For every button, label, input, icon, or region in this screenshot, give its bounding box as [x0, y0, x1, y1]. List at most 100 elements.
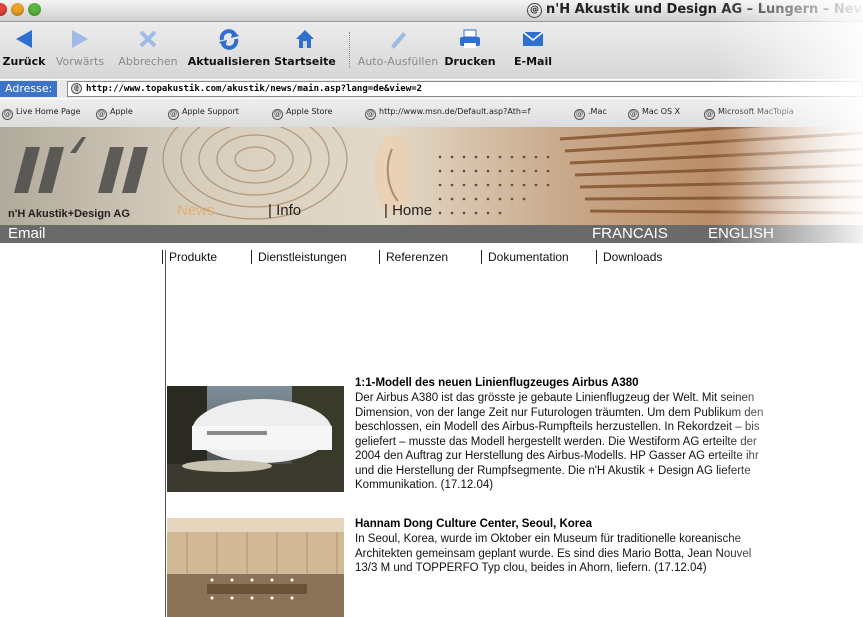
menu-divider [162, 250, 163, 264]
mail-button-label: E-Mail [514, 55, 552, 68]
home-icon [296, 30, 314, 48]
favorite-live-home-page[interactable]: @ Live Home Page [2, 107, 80, 120]
printer-icon [460, 29, 480, 48]
favorite-dotmac[interactable]: @ .Mac [574, 107, 607, 120]
window-close-button[interactable] [0, 3, 7, 16]
back-arrow-icon [16, 30, 32, 48]
language-english-link[interactable]: ENGLISH [708, 225, 774, 243]
window-title-bar: @ n'H Akustik und Design AG – Lungern – N… [0, 0, 863, 22]
stop-button-label: Abbrechen [118, 55, 178, 68]
favorite-globe-icon: @ [168, 109, 179, 120]
favorite-label: Mac OS X [642, 107, 681, 116]
article-text-line: geliefert – musste das Modell hergestell… [355, 435, 757, 448]
article-text-line: Kommunikation. (17.12.04) [355, 479, 494, 491]
window-zoom-button[interactable] [28, 3, 41, 16]
home-button[interactable]: Startseite [272, 26, 338, 68]
favorite-globe-icon: @ [96, 109, 107, 120]
home-button-label: Startseite [274, 55, 336, 68]
article-text-line: In Seoul, Korea, wurde im Oktober ein Mu… [355, 533, 742, 545]
stop-x-icon [139, 30, 157, 48]
window-minimize-button[interactable] [11, 3, 24, 16]
language-francais-link[interactable]: FRANCAIS [592, 225, 668, 243]
autofill-pen-icon [391, 32, 406, 49]
address-url: http://www.topakustik.com/akustik/news/m… [86, 84, 422, 94]
article-text-line: Der Airbus A380 ist das grösste je gebau… [355, 392, 755, 404]
perforated-panel-pattern [438, 155, 550, 215]
favorite-mac-os-x[interactable]: @ Mac OS X [628, 107, 680, 120]
language-strip: Email FRANCAIS ENGLISH [0, 225, 863, 243]
address-bar: Adresse: @ http://www.topakustik.com/aku… [0, 80, 863, 98]
back-button[interactable]: Zurück [2, 26, 46, 68]
email-link[interactable]: Email [8, 225, 46, 243]
menu-item-produkte[interactable]: Produkte [162, 250, 217, 264]
mail-button[interactable]: E-Mail [510, 26, 556, 68]
favorite-globe-icon: @ [628, 109, 639, 120]
menu-item-referenzen[interactable]: Referenzen [379, 250, 448, 264]
favorite-globe-icon: @ [272, 109, 283, 120]
favorite-label: http://www.msn.de/Default.asp?Ath=f [379, 107, 531, 116]
forward-button-label: Vorwärts [55, 55, 105, 68]
menu-item-downloads[interactable]: Downloads [596, 250, 662, 264]
nav-news-link[interactable]: News [177, 202, 215, 219]
menu-divider [251, 250, 252, 264]
stop-button[interactable]: Abbrechen [116, 26, 180, 68]
article-body: Der Airbus A380 ist das grösste je gebau… [355, 391, 863, 493]
favorite-apple[interactable]: @ Apple [96, 107, 133, 120]
address-label: Adresse: [0, 81, 58, 97]
favorite-label: Apple Support [182, 107, 239, 116]
menu-item-label: Dienstleistungen [258, 250, 347, 264]
menu-item-dokumentation[interactable]: Dokumentation [481, 250, 569, 264]
refresh-button[interactable]: Aktualisieren [186, 26, 272, 68]
back-button-label: Zurück [2, 55, 46, 68]
menu-divider [596, 250, 597, 264]
article-body: In Seoul, Korea, wurde im Oktober ein Mu… [355, 532, 863, 576]
left-column-divider [165, 250, 166, 617]
favorite-globe-icon: @ [2, 109, 13, 120]
article-image-airbus-model[interactable] [167, 386, 344, 492]
browser-toolbar: Zurück Vorwärts Abbrechen Aktualisieren … [0, 22, 863, 79]
address-input[interactable]: @ http://www.topakustik.com/akustik/news… [67, 81, 863, 97]
article-text-line: Architekten gemeinsam geplant wurde. Es … [355, 547, 752, 560]
favorite-apple-support[interactable]: @ Apple Support [168, 107, 239, 120]
menu-item-dienstleistungen[interactable]: Dienstleistungen [251, 250, 347, 264]
forward-button[interactable]: Vorwärts [52, 26, 108, 68]
menu-divider [379, 250, 380, 264]
favorite-globe-icon: @ [574, 109, 585, 120]
favorite-apple-store[interactable]: @ Apple Store [272, 107, 332, 120]
mail-envelope-icon [522, 31, 544, 46]
print-button-label: Drucken [444, 55, 496, 68]
article-text-line: beschlossen, ein Modell des Airbus-Rumpf… [355, 421, 760, 433]
article-image-culture-center[interactable] [167, 518, 344, 617]
article-title[interactable]: Hannam Dong Culture Center, Seoul, Korea [355, 518, 592, 530]
menu-divider [481, 250, 482, 264]
article-text-line: 13/3 M und TOPPERFO Typ clou, beides in … [355, 562, 707, 574]
airbus-model-photo [167, 386, 344, 492]
favorite-globe-icon: @ [365, 109, 376, 120]
print-button[interactable]: Drucken [444, 26, 496, 68]
forward-arrow-icon [72, 30, 88, 48]
favorite-label: Microsoft MacTopia [718, 107, 794, 116]
favorite-microsoft-mactopia[interactable]: @ Microsoft MacTopia [704, 107, 794, 120]
refresh-button-label: Aktualisieren [187, 55, 271, 68]
nav-info-link[interactable]: | Info [268, 202, 301, 219]
article-text-line: Dimension, von der lange Zeit nur Futuro… [355, 406, 764, 419]
favorite-label: Live Home Page [16, 107, 81, 116]
autofill-button[interactable]: Auto-Ausfüllen [356, 26, 440, 68]
window-title: @ n'H Akustik und Design AG – Lungern – N… [527, 2, 862, 18]
menu-item-label: Dokumentation [488, 250, 569, 264]
article-title[interactable]: 1:1-Modell des neuen Linienflugzeuges Ai… [355, 377, 639, 389]
article-text-line: und die Herstellung der Rumpfsegmente. D… [355, 464, 751, 477]
favorites-bar: @ Live Home Page @ Apple @ Apple Support @ A… [0, 99, 863, 128]
article-text-line: 2004 den Auftrag zur Herstellung des Air… [355, 450, 759, 462]
favorite-label: Apple Store [286, 107, 333, 116]
page-globe-icon: @ [71, 83, 82, 94]
favorite-label: .Mac [588, 107, 607, 116]
menu-item-label: Referenzen [386, 250, 449, 264]
nav-home-link[interactable]: | Home [384, 202, 432, 219]
menu-item-label: Downloads [603, 250, 663, 264]
culture-center-photo [167, 518, 344, 617]
toolbar-separator [349, 32, 351, 68]
autofill-button-label: Auto-Ausfüllen [357, 55, 439, 68]
favorite-msn[interactable]: @ http://www.msn.de/Default.asp?Ath=f [365, 107, 530, 120]
site-name: n'H Akustik+Design AG [8, 208, 130, 220]
